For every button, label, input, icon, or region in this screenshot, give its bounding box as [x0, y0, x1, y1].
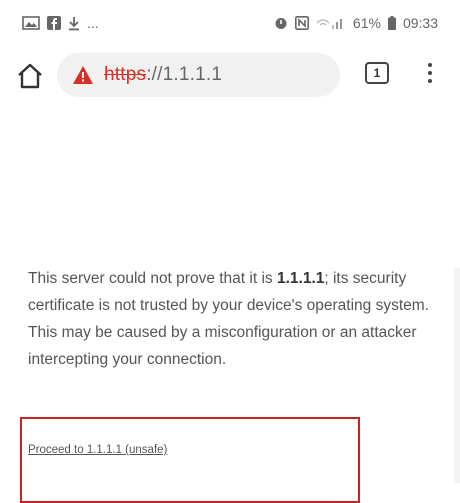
menu-dot: [428, 71, 432, 75]
more-notifications-dots: ...: [87, 15, 99, 31]
signal-icon: [316, 16, 346, 30]
adjacent-card-edge: [454, 268, 460, 483]
download-icon: [68, 16, 80, 31]
highlight-box: [20, 417, 360, 503]
home-button[interactable]: [14, 60, 46, 92]
three-dot-menu-icon[interactable]: [420, 59, 440, 87]
status-bar: ... 61% 09:33: [0, 0, 460, 46]
tab-switcher-button[interactable]: 1: [365, 62, 389, 84]
status-bar-right: 61% 09:33: [274, 15, 438, 31]
nfc-icon: [294, 16, 309, 30]
url-host: ://1.1.1.1: [146, 64, 223, 85]
address-bar[interactable]: https://1.1.1.1: [57, 53, 340, 97]
home-icon: [14, 63, 46, 96]
clock: 09:33: [402, 15, 438, 31]
proceed-unsafe-link[interactable]: Proceed to 1.1.1.1 (unsafe): [28, 444, 167, 456]
facebook-icon: [47, 16, 61, 30]
menu-dot: [428, 63, 432, 67]
message-host: 1.1.1.1: [276, 270, 325, 287]
warning-triangle-icon[interactable]: [72, 65, 94, 85]
battery-percent: 61%: [352, 15, 381, 31]
status-bar-left: ...: [22, 15, 99, 31]
message-text-before: This server could not prove that it is: [28, 270, 277, 287]
menu-dot: [428, 79, 432, 83]
browser-toolbar: https://1.1.1.1 1: [0, 46, 460, 108]
alarm-icon: [274, 16, 288, 30]
certificate-error-message: This server could not prove that it is 1…: [28, 265, 440, 373]
battery-icon: [387, 16, 396, 30]
gallery-icon: [22, 16, 40, 30]
url-text[interactable]: https://1.1.1.1: [104, 64, 222, 86]
tab-count: 1: [373, 66, 381, 80]
url-scheme: https: [104, 64, 147, 85]
